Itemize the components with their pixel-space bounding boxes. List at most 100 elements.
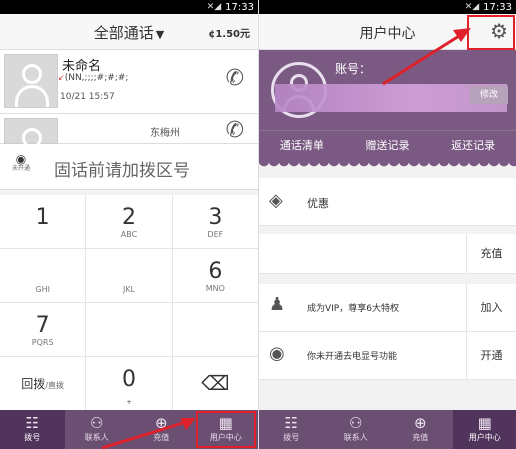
chevron-down-icon: ▼ <box>155 28 165 41</box>
call-number: ↙(NN,;;;;#;#;#; <box>58 73 128 83</box>
key-8[interactable] <box>86 303 173 356</box>
caller-id-status: 未开通 <box>12 165 31 172</box>
tab-label: 联系人 <box>84 433 109 442</box>
yuan-coin-icon: ⊕ <box>154 414 168 432</box>
menu-label: 优惠 <box>307 197 329 210</box>
tab-label: 拨号 <box>283 433 300 442</box>
redial-label: 回拨/直拨 <box>0 375 85 392</box>
vip-user-icon: ♟ <box>269 294 286 315</box>
key-digit: 3 <box>208 205 223 230</box>
backspace-button[interactable]: ⌫ <box>173 357 258 410</box>
menu-item-discount[interactable]: ◈ 优惠 <box>259 178 516 226</box>
tab-refund-records[interactable]: 返还记录 <box>430 131 516 166</box>
zigzag-divider <box>259 162 516 170</box>
caller-id-eye-icon: ◉ 未开通 <box>12 152 31 172</box>
key-letters: GHI <box>35 285 50 294</box>
contact-name: 未命名 <box>62 59 102 74</box>
tab-contacts[interactable]: ⚇ 联系人 <box>324 410 389 449</box>
modify-button[interactable]: 修改 <box>470 86 508 104</box>
tag-icon: ◈ <box>269 190 283 211</box>
key-6[interactable]: 6 MNO <box>173 249 258 302</box>
direct-text: /直拨 <box>45 381 65 390</box>
recharge-button[interactable]: 充值 <box>466 234 516 273</box>
tab-gift-records[interactable]: 赠送记录 <box>345 131 431 166</box>
redial-text: 回拨 <box>21 377 46 391</box>
status-time: 17:33 <box>483 1 512 13</box>
keypad-row: 7 PQRS <box>0 303 258 357</box>
key-4[interactable]: GHI <box>0 249 87 302</box>
contact-avatar <box>4 54 58 108</box>
key-digit: 6 <box>208 259 223 284</box>
call-number-text: (NN,;;;;#;#;#; <box>64 73 129 83</box>
activate-button[interactable]: 开通 <box>466 332 516 379</box>
key-0[interactable]: 0 + <box>86 357 173 410</box>
keypad-row: 1 2 ABC 3 DEF <box>0 195 258 249</box>
user-center-screen: ✕◢ 17:33 用户中心 ⚙ 账号： 修改 通话清单 赠送记录 返还记录 ◈ … <box>258 0 516 449</box>
contacts-icon: ⚇ <box>90 414 104 432</box>
signal-icon: ✕◢ <box>464 2 480 12</box>
key-letters: PQRS <box>31 338 54 347</box>
tab-contacts[interactable]: ⚇ 联系人 <box>65 410 130 449</box>
tab-label: 充值 <box>412 433 429 442</box>
key-letters: MNO <box>205 284 225 293</box>
key-digit: 1 <box>35 205 50 230</box>
tab-dial[interactable]: ☷ 拨号 <box>0 410 65 449</box>
tab-label: 拨号 <box>24 433 41 442</box>
balance-value: 1.50元 <box>215 29 250 40</box>
tab-label: 联系人 <box>343 433 368 442</box>
keypad-icon: ☷ <box>284 414 298 432</box>
tab-call-list[interactable]: 通话清单 <box>259 131 345 166</box>
contacts-icon: ⚇ <box>349 414 363 432</box>
tab-label: 用户中心 <box>468 433 501 442</box>
key-9[interactable] <box>173 303 258 356</box>
status-time: 17:33 <box>225 1 254 13</box>
call-log-row[interactable]: 东梅州 ✆ <box>0 114 258 148</box>
call-location: 东梅州 <box>150 128 180 139</box>
redial-direct-toggle[interactable]: 回拨/直拨 <box>0 357 87 410</box>
key-letters: DEF <box>207 230 224 239</box>
balance-display: ¢1.50元 <box>208 29 250 40</box>
tab-dial[interactable]: ☷ 拨号 <box>259 410 324 449</box>
key-digit: 7 <box>35 313 50 338</box>
key-2[interactable]: 2 ABC <box>86 195 173 248</box>
dial-display: ◉ 未开通 固话前请加拨区号 <box>0 144 258 190</box>
tab-user-center[interactable]: ▦ 用户中心 <box>452 410 516 449</box>
status-bar: ✕◢ 17:33 <box>0 0 258 14</box>
join-vip-button[interactable]: 加入 <box>466 284 516 331</box>
backspace-icon: ⌫ <box>201 371 230 395</box>
account-label: 账号： <box>335 62 372 76</box>
record-tabs: 通话清单 赠送记录 返还记录 <box>259 130 516 170</box>
keypad-icon: ☷ <box>25 414 39 432</box>
highlight-box <box>467 15 515 50</box>
key-letters: JKL <box>122 285 136 294</box>
key-digit: 0 <box>121 367 136 392</box>
call-log-row[interactable]: 未命名 ↙(NN,;;;;#;#;#; 10/21 15:57 ✆ <box>0 50 258 114</box>
menu-label: 你未开通去电显号功能 <box>307 352 398 362</box>
bottom-tab-bar: ☷ 拨号 ⚇ 联系人 ⊕ 充值 ▦ 用户中心 <box>259 410 516 449</box>
highlight-box <box>196 411 256 448</box>
menu-item-caller-id[interactable]: ◉ 你未开通去电显号功能 开通 <box>259 332 516 380</box>
menu-item-vip[interactable]: ♟ 成为VIP，尊享6大特权 加入 <box>259 284 516 332</box>
key-1[interactable]: 1 <box>0 195 87 248</box>
key-plus: + <box>126 399 132 406</box>
menu-item-recharge[interactable]: 充值 <box>259 234 516 274</box>
yuan-coin-icon: ⊕ <box>413 414 427 432</box>
key-digit: 2 <box>121 205 136 230</box>
phone-call-icon[interactable]: ✆ <box>226 118 244 143</box>
missed-call-icon: ↙ <box>58 73 65 82</box>
call-time: 10/21 15:57 <box>60 92 115 102</box>
key-5[interactable]: JKL <box>86 249 173 302</box>
call-filter-label: 全部通话 <box>93 24 154 42</box>
dial-input-placeholder: 固话前请加拨区号 <box>54 161 190 181</box>
tab-label: 充值 <box>153 433 170 442</box>
key-3[interactable]: 3 DEF <box>173 195 258 248</box>
grid-icon: ▦ <box>477 414 492 432</box>
dial-keypad: 1 2 ABC 3 DEF GHI JKL 6 MNO 7 PQRS 回拨/直拨 0 + … <box>0 195 258 411</box>
call-log-header: 全部通话 ▼ ¢1.50元 <box>0 14 258 50</box>
key-7[interactable]: 7 PQRS <box>0 303 87 356</box>
tab-recharge[interactable]: ⊕ 充值 <box>129 410 194 449</box>
profile-section: 账号： 修改 <box>259 50 516 130</box>
tab-recharge[interactable]: ⊕ 充值 <box>388 410 453 449</box>
eye-icon: ◉ <box>269 343 285 364</box>
phone-call-icon[interactable]: ✆ <box>226 66 244 91</box>
